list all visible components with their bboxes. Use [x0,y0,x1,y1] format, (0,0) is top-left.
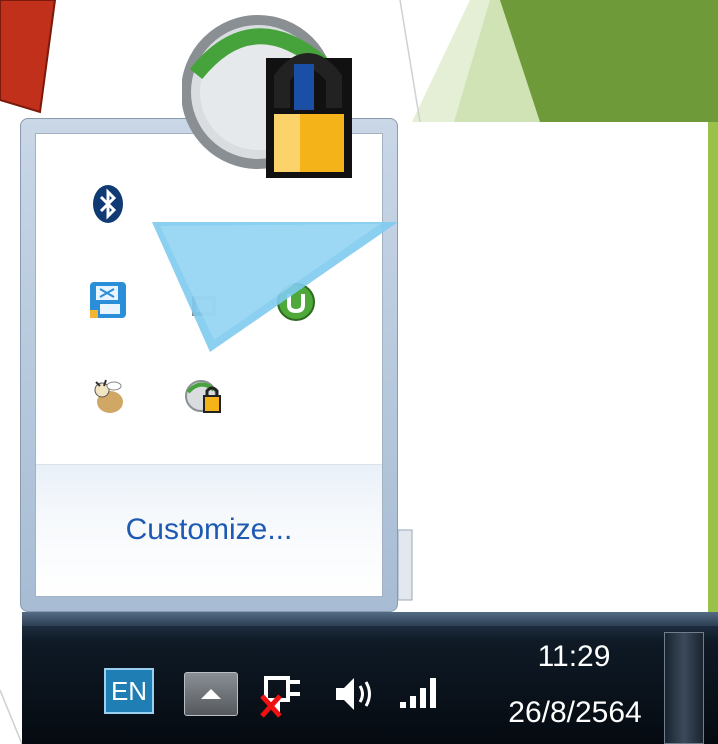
notification-overflow-popup: Customize... [20,118,398,612]
taskbar: EN 11:29 26/8/2564 [22,612,718,744]
green-edge-strip [708,122,718,640]
popup-footer: Customize... [36,464,382,596]
slide-white-area [412,122,708,632]
red-arrow-shape [0,0,57,114]
up-arrow-icon [201,689,221,699]
customize-link[interactable]: Customize... [36,513,382,547]
window-frame-edge [397,529,413,601]
utorrent-icon[interactable] [276,282,316,322]
taskbar-top-edge [22,612,718,626]
clock-date[interactable]: 26/8/2564 [470,696,680,730]
hidden-icons-area [36,134,382,464]
bee-app-icon[interactable] [88,376,128,416]
power-icon[interactable] [258,668,304,718]
input-panel-icon[interactable] [88,280,128,320]
network-signal-icon[interactable] [396,672,446,712]
magnified-secure-network-icon [182,15,352,178]
volume-icon[interactable] [332,674,378,714]
show-desktop-button[interactable] [664,632,704,744]
thin-slide-line [399,0,421,123]
bluetooth-icon[interactable] [88,184,128,224]
popup-inner-panel: Customize... [35,133,383,597]
secure-network-icon[interactable] [184,376,224,416]
clock-time[interactable]: 11:29 [484,640,664,674]
show-hidden-icons-button[interactable] [184,672,238,716]
network-icon[interactable] [184,286,224,326]
language-indicator[interactable]: EN [104,668,154,714]
